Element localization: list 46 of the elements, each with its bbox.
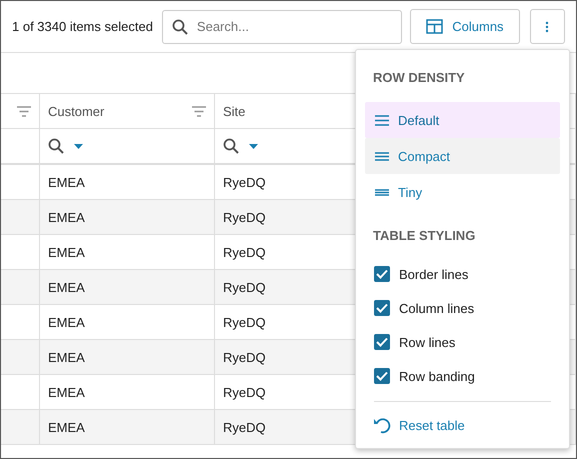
table-cell: RyeDQ [223, 384, 266, 400]
table-cell: RyeDQ [223, 314, 266, 330]
table-cell: RyeDQ [223, 280, 266, 294]
columns-icon [426, 19, 444, 34]
search-icon [172, 18, 188, 34]
section-heading: TABLE STYLING [373, 228, 476, 243]
reset-table-button[interactable]: Reset table [365, 412, 560, 438]
search-field[interactable]: Search... [162, 10, 402, 44]
density-option[interactable]: Default [365, 102, 560, 138]
table-cell: EMEA [48, 280, 85, 294]
table-cell: EMEA [48, 210, 85, 224]
checkbox[interactable] [374, 300, 390, 316]
table-cell: EMEA [48, 314, 85, 330]
density-option[interactable]: Compact [365, 138, 560, 174]
table-cell: EMEA [48, 420, 85, 434]
more-icon [545, 20, 550, 32]
selection-count: 1 of 3340 items selected [12, 19, 153, 34]
checkbox-label: Border lines [399, 266, 468, 282]
table-cell: RyeDQ [223, 174, 266, 190]
section-heading: ROW DENSITY [373, 70, 466, 85]
table-cell: RyeDQ [223, 420, 266, 434]
filter-icon [192, 106, 206, 116]
lines-icon [375, 112, 389, 128]
column-header[interactable]: Site [223, 104, 246, 118]
density-option[interactable]: Tiny [365, 174, 560, 210]
table-cell: EMEA [48, 244, 85, 260]
undo-icon [373, 416, 391, 434]
checkbox[interactable] [374, 266, 390, 282]
columns-button[interactable]: Columns [410, 9, 520, 44]
table-cell: RyeDQ [223, 350, 266, 364]
caret-icon [249, 144, 258, 148]
checkbox-label: Row banding [399, 368, 475, 384]
column-header[interactable]: Customer [48, 104, 104, 118]
checkbox[interactable] [374, 368, 390, 384]
filter-icon [17, 106, 31, 116]
column-filter-button[interactable] [48, 138, 83, 154]
table-cell: EMEA [48, 384, 85, 400]
table-cell: RyeDQ [223, 210, 266, 224]
checkbox-label: Row lines [399, 334, 456, 350]
checkbox[interactable] [374, 334, 390, 350]
column-filter-button[interactable] [223, 138, 258, 154]
table-cell: EMEA [48, 174, 85, 190]
caret-icon [74, 144, 83, 148]
checkbox-label: Column lines [399, 300, 474, 316]
table-cell: RyeDQ [223, 244, 266, 260]
table-cell: EMEA [48, 350, 85, 364]
